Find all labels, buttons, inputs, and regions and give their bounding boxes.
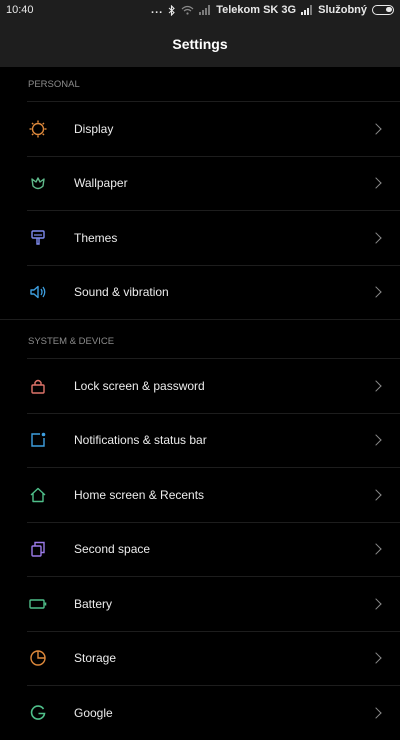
settings-item-label: Notifications & status bar: [74, 433, 207, 448]
chevron-right-icon: [370, 286, 382, 298]
themes-icon: [27, 227, 49, 249]
settings-item-wallpaper[interactable]: Wallpaper: [27, 155, 400, 211]
wifi-icon: [181, 5, 194, 15]
battery-icon: [27, 593, 49, 615]
chevron-right-icon: [370, 707, 382, 719]
lock-icon: [27, 375, 49, 397]
settings-item-label: Wallpaper: [74, 176, 128, 191]
sound-icon: [27, 281, 49, 303]
chevron-right-icon: [370, 232, 382, 244]
storage-icon: [27, 647, 49, 669]
signal-icon-sim2: [301, 5, 313, 15]
display-icon: [27, 118, 49, 140]
battery-status-icon: [372, 5, 394, 15]
settings-item-home-screen[interactable]: Home screen & Recents: [27, 467, 400, 522]
chevron-right-icon: [370, 598, 382, 610]
settings-item-label: Battery: [74, 596, 113, 611]
chevron-right-icon: [370, 177, 382, 189]
chevron-right-icon: [370, 543, 382, 555]
chevron-right-icon: [370, 489, 382, 501]
bluetooth-icon: [168, 4, 176, 16]
chevron-right-icon: [370, 434, 382, 446]
second-space-icon: [27, 538, 49, 560]
signal-icon-sim1: [199, 5, 211, 15]
status-right: ... Telekom SK 3G Služobný: [151, 4, 394, 16]
more-notifications-icon: ...: [151, 4, 164, 16]
settings-item-second-space[interactable]: Second space: [27, 521, 400, 577]
settings-item-themes[interactable]: Themes: [27, 210, 400, 265]
chevron-right-icon: [370, 123, 382, 135]
home-icon: [27, 484, 49, 506]
status-time: 10:40: [6, 4, 34, 16]
page-title: Settings: [172, 35, 228, 52]
carrier-name: Telekom SK 3G: [216, 4, 297, 16]
settings-item-notifications[interactable]: Notifications & status bar: [27, 412, 400, 468]
chevron-right-icon: [370, 380, 382, 392]
settings-item-label: Second space: [74, 542, 151, 557]
status-bar: 10:40 ... Telekom SK 3G Služobný: [0, 0, 400, 20]
title-bar: Settings: [0, 20, 400, 67]
settings-item-display[interactable]: Display: [27, 101, 400, 156]
profile-name: Služobný: [318, 4, 367, 16]
settings-item-label: Display: [74, 121, 114, 136]
wallpaper-icon: [27, 172, 49, 194]
settings-item-label: Themes: [74, 230, 118, 245]
section-header-system-device: SYSTEM & DEVICE: [28, 336, 115, 347]
settings-item-lock-screen[interactable]: Lock screen & password: [27, 358, 400, 413]
settings-item-battery[interactable]: Battery: [27, 576, 400, 631]
settings-item-label: Lock screen & password: [74, 378, 205, 393]
settings-item-sound-vibration[interactable]: Sound & vibration: [27, 264, 400, 320]
settings-item-label: Storage: [74, 651, 117, 666]
settings-item-label: Home screen & Recents: [74, 487, 205, 502]
settings-item-google[interactable]: Google: [27, 685, 400, 740]
google-icon: [27, 702, 49, 724]
settings-item-label: Google: [74, 705, 113, 720]
settings-item-storage[interactable]: Storage: [27, 630, 400, 686]
notifications-icon: [27, 429, 49, 451]
settings-item-label: Sound & vibration: [74, 285, 169, 300]
section-header-personal: PERSONAL: [28, 79, 80, 90]
chevron-right-icon: [370, 652, 382, 664]
